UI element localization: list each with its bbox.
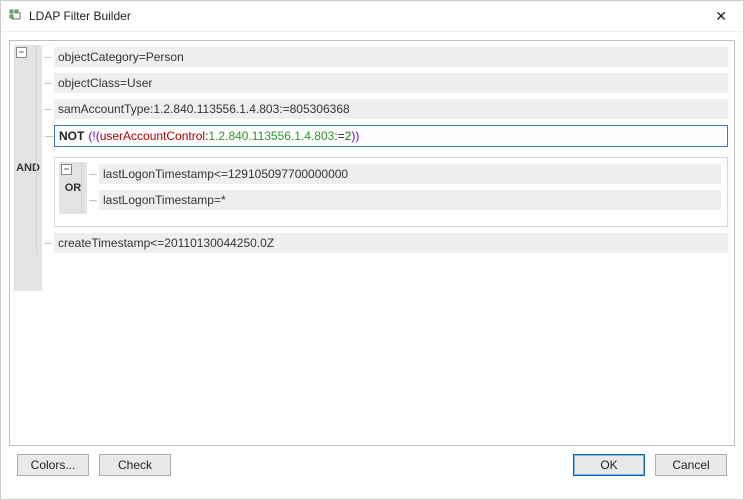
cancel-button[interactable]: Cancel bbox=[655, 454, 727, 476]
nested-operator[interactable]: − OR bbox=[59, 162, 87, 214]
filter-row[interactable]: samAccountType:1.2.840.113556.1.4.803:=8… bbox=[54, 99, 728, 119]
not-operator: NOT bbox=[59, 129, 84, 143]
window: LDAP Filter Builder ✕ − AND objectCatego… bbox=[0, 0, 744, 500]
ok-button[interactable]: OK bbox=[573, 454, 645, 476]
nested-operator-label: OR bbox=[65, 182, 82, 194]
window-title: LDAP Filter Builder bbox=[29, 9, 131, 23]
filter-expression-syntax: (!(userAccountControl:1.2.840.113556.1.4… bbox=[88, 129, 359, 143]
nested-group: − OR lastLogonTimestamp<=129105097700000… bbox=[54, 157, 728, 227]
check-button[interactable]: Check bbox=[99, 454, 171, 476]
filter-expression: samAccountType:1.2.840.113556.1.4.803:=8… bbox=[58, 102, 350, 116]
filter-row[interactable]: lastLogonTimestamp=* bbox=[99, 190, 721, 210]
filter-row-selected[interactable]: NOT (!(userAccountControl:1.2.840.113556… bbox=[54, 125, 728, 147]
filter-expression: lastLogonTimestamp=* bbox=[103, 193, 226, 207]
filter-row[interactable]: objectClass=User bbox=[54, 73, 728, 93]
app-icon bbox=[9, 9, 23, 23]
root-operator[interactable]: − AND bbox=[14, 45, 42, 291]
filter-expression: createTimestamp<=20110130044250.0Z bbox=[58, 236, 274, 250]
collapse-toggle-nested[interactable]: − bbox=[61, 164, 72, 175]
filter-row[interactable]: lastLogonTimestamp<=129105097700000000 bbox=[99, 164, 721, 184]
filter-expression: objectClass=User bbox=[58, 76, 152, 90]
close-button[interactable]: ✕ bbox=[707, 5, 735, 27]
titlebar: LDAP Filter Builder ✕ bbox=[1, 1, 743, 32]
filter-row[interactable]: objectCategory=Person bbox=[54, 47, 728, 67]
collapse-toggle-root[interactable]: − bbox=[16, 47, 27, 58]
filter-expression: objectCategory=Person bbox=[58, 50, 184, 64]
filter-row[interactable]: createTimestamp<=20110130044250.0Z bbox=[54, 233, 728, 253]
button-bar: Colors... Check OK Cancel bbox=[9, 446, 735, 484]
filter-expression: lastLogonTimestamp<=129105097700000000 bbox=[103, 167, 348, 181]
colors-button[interactable]: Colors... bbox=[17, 454, 89, 476]
filter-tree: − AND objectCategory=Person objectClass=… bbox=[9, 40, 735, 446]
content: − AND objectCategory=Person objectClass=… bbox=[1, 32, 743, 499]
